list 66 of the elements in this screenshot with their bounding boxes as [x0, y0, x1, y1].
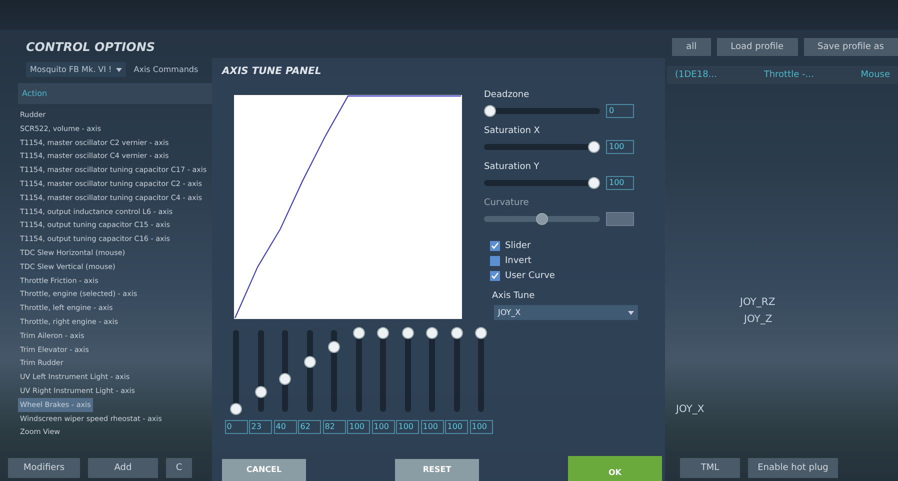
curve-point-slider[interactable]	[356, 330, 362, 412]
dialog-button[interactable]: RESET	[395, 459, 479, 481]
window-title: CONTROL OPTIONS	[26, 40, 156, 54]
curve-point-slider[interactable]	[429, 330, 436, 412]
checkbox[interactable]	[490, 256, 500, 266]
dialog-button[interactable]: OK	[568, 456, 662, 481]
setting-slider[interactable]	[484, 108, 600, 114]
curve-value-field[interactable]: 23	[249, 420, 272, 434]
aircraft-dropdown[interactable]: Mosquito FB Mk. VI !	[26, 62, 126, 77]
value-field[interactable]: 100	[606, 176, 634, 190]
setting-slider[interactable]	[484, 144, 600, 150]
curve-point-slider[interactable]	[404, 330, 411, 412]
profile-button[interactable]: Load profile	[716, 38, 798, 56]
binding-cell: JOY_RZ	[740, 297, 776, 308]
curve-point-slider[interactable]	[380, 330, 386, 412]
curve-point-slider[interactable]	[258, 330, 264, 412]
value-field[interactable]	[606, 212, 634, 226]
action-button[interactable]: Add	[88, 458, 158, 478]
profile-button[interactable]: all	[672, 38, 711, 56]
curve-value-field[interactable]: 100	[347, 420, 370, 434]
curve-value-field[interactable]: 40	[274, 420, 297, 434]
curve-value-field[interactable]: 100	[445, 420, 468, 434]
dialog-button[interactable]: CANCEL	[222, 459, 306, 481]
setting-slider[interactable]	[484, 216, 600, 222]
curve-value-field[interactable]: 100	[396, 420, 420, 434]
checkbox[interactable]	[490, 240, 500, 250]
axis-dropdown[interactable]: JOY_X	[494, 305, 638, 320]
device-column-header: Throttle -...	[764, 70, 814, 80]
axis-tune-label: Axis Tune	[492, 291, 536, 301]
caret-icon	[116, 68, 122, 72]
curve-value-field[interactable]: 62	[298, 420, 322, 434]
column-header: Action	[18, 83, 212, 104]
curve-value-field[interactable]: 100	[372, 420, 395, 434]
curve-point-slider[interactable]	[306, 330, 313, 412]
value-field[interactable]: 100	[606, 140, 634, 154]
checkbox[interactable]	[490, 270, 500, 280]
binding-cell: JOY_Z	[744, 314, 772, 325]
device-column-header: Mouse	[860, 70, 890, 80]
action-button[interactable]: TML	[680, 458, 740, 478]
device-column-header: (1DE18...	[675, 70, 717, 80]
curve-value-field[interactable]: 100	[420, 420, 444, 434]
checkbox-label: Invert	[505, 256, 532, 266]
setting-label: Curvature	[484, 198, 530, 208]
binding-cell: JOY_X	[676, 404, 704, 415]
curve-value-field[interactable]: 0	[224, 420, 248, 434]
curve-point-slider[interactable]	[282, 330, 288, 412]
curve-value-field[interactable]: 100	[470, 420, 493, 434]
action-button[interactable]: Enable hot plug	[748, 458, 838, 478]
curve-point-slider[interactable]	[454, 330, 460, 412]
value-field[interactable]: 0	[606, 104, 634, 118]
setting-label: Saturation X	[484, 126, 541, 136]
action-button[interactable]: C	[166, 458, 192, 478]
curve-value-field[interactable]: 82	[322, 420, 346, 434]
curve-point-slider[interactable]	[331, 330, 338, 412]
caret-icon	[628, 310, 634, 314]
category-label: Axis Commands	[134, 65, 198, 74]
checkbox-label: Slider	[505, 240, 531, 250]
curve-point-slider[interactable]	[478, 330, 484, 412]
profile-button[interactable]: Save profile as	[804, 38, 898, 56]
setting-label: Deadzone	[484, 90, 530, 100]
setting-label: Saturation Y	[484, 162, 540, 172]
checkbox-label: User Curve	[505, 270, 555, 280]
setting-slider[interactable]	[484, 180, 600, 186]
action-button[interactable]: Modifiers	[8, 458, 80, 478]
panel-title: AXIS TUNE PANEL	[220, 65, 322, 77]
curve-point-slider[interactable]	[233, 330, 240, 412]
